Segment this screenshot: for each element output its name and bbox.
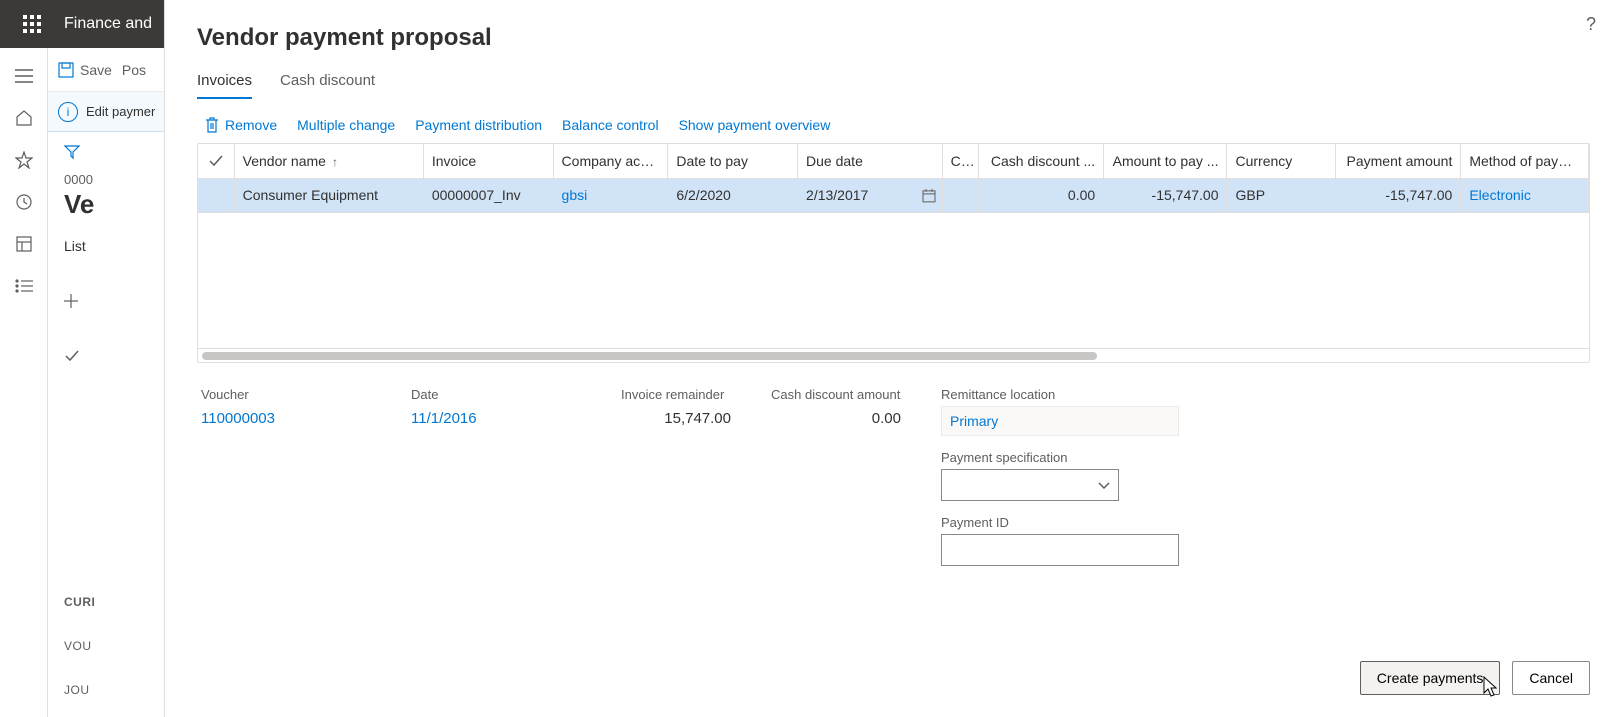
- hamburger-icon[interactable]: [4, 56, 44, 96]
- filter-icon[interactable]: [64, 144, 80, 160]
- create-payments-button[interactable]: Create payments: [1360, 661, 1501, 695]
- col-company-account[interactable]: Company acco...: [553, 144, 668, 178]
- remittance-location-value[interactable]: Primary: [941, 406, 1179, 436]
- col-date-to-pay[interactable]: Date to pay: [668, 144, 798, 178]
- bg-section-current: CURI: [64, 595, 95, 609]
- workspace-icon[interactable]: [4, 224, 44, 264]
- voucher-label: Voucher: [201, 387, 371, 402]
- home-icon[interactable]: [4, 98, 44, 138]
- bg-field-journal: JOU: [64, 683, 95, 697]
- invoice-remainder-label: Invoice remainder: [621, 387, 731, 402]
- payment-specification-label: Payment specification: [941, 450, 1179, 465]
- balance-control-action[interactable]: Balance control: [562, 117, 659, 133]
- cell-date-to-pay[interactable]: 6/2/2020: [668, 178, 798, 212]
- tab-invoices[interactable]: Invoices: [197, 72, 252, 99]
- cell-c[interactable]: [942, 178, 978, 212]
- bg-field-voucher: VOU: [64, 639, 95, 653]
- calendar-icon[interactable]: [922, 187, 936, 203]
- col-due-date[interactable]: Due date: [798, 144, 943, 178]
- grid-action-bar: Remove Multiple change Payment distribut…: [197, 117, 1590, 133]
- tab-cash-discount[interactable]: Cash discount: [280, 72, 375, 99]
- save-button[interactable]: Save: [58, 62, 112, 78]
- invoice-remainder-value: 15,747.00: [621, 406, 731, 432]
- add-button[interactable]: [64, 294, 152, 308]
- page-heading: Ve: [64, 189, 152, 220]
- info-text: Edit paymer: [86, 104, 155, 119]
- row-selector[interactable]: [198, 178, 234, 212]
- col-amount-to-pay[interactable]: Amount to pay ...: [1104, 144, 1227, 178]
- show-payment-overview-action[interactable]: Show payment overview: [679, 117, 831, 133]
- dialog-footer: Create payments Cancel: [1360, 661, 1590, 695]
- vendor-payment-proposal-dialog: ? Vendor payment proposal Invoices Cash …: [164, 0, 1620, 717]
- cell-cash-discount[interactable]: 0.00: [978, 178, 1103, 212]
- info-icon: i: [58, 102, 78, 122]
- payment-specification-combo[interactable]: [941, 469, 1119, 501]
- date-value[interactable]: 11/1/2016: [411, 406, 581, 432]
- col-method-of-payment[interactable]: Method of payment: [1461, 144, 1589, 178]
- chevron-down-icon: [1098, 477, 1110, 493]
- cash-discount-amount-label: Cash discount amount: [771, 387, 901, 402]
- date-label: Date: [411, 387, 581, 402]
- cell-due-date[interactable]: 2/13/2017: [798, 178, 943, 212]
- remove-action[interactable]: Remove: [205, 117, 277, 133]
- grid-empty-space: [198, 213, 1589, 348]
- info-bar: i Edit paymer: [48, 92, 168, 132]
- cancel-button[interactable]: Cancel: [1512, 661, 1590, 695]
- cell-invoice[interactable]: 00000007_Inv: [423, 178, 553, 212]
- payment-distribution-action[interactable]: Payment distribution: [415, 117, 542, 133]
- payment-id-input[interactable]: [941, 534, 1179, 566]
- voucher-value[interactable]: 110000003: [201, 406, 371, 432]
- cell-company-account[interactable]: gbsi: [553, 178, 668, 212]
- bg-tab-list[interactable]: List: [64, 238, 152, 254]
- star-icon[interactable]: [4, 140, 44, 180]
- dialog-tabs: Invoices Cash discount: [197, 72, 1590, 99]
- background-page: Save Pos i Edit paymer 0000 Ve List CURI…: [48, 48, 168, 717]
- remove-label: Remove: [225, 117, 277, 133]
- sort-asc-icon: ↑: [332, 155, 338, 169]
- bg-row-selector[interactable]: [64, 348, 152, 364]
- cell-vendor-name[interactable]: Consumer Equipment: [234, 178, 423, 212]
- app-launcher-icon[interactable]: [8, 0, 56, 48]
- grid-row[interactable]: Consumer Equipment 00000007_Inv gbsi 6/2…: [198, 178, 1589, 212]
- clock-icon[interactable]: [4, 182, 44, 222]
- list-icon[interactable]: [4, 266, 44, 306]
- payment-id-label: Payment ID: [941, 515, 1179, 530]
- cell-amount-to-pay[interactable]: -15,747.00: [1104, 178, 1227, 212]
- scrollbar-thumb[interactable]: [202, 352, 1097, 360]
- help-icon[interactable]: ?: [1586, 14, 1596, 35]
- left-nav-rail: [0, 48, 48, 717]
- save-label: Save: [80, 62, 112, 78]
- col-payment-amount[interactable]: Payment amount: [1335, 144, 1460, 178]
- record-number: 0000: [64, 172, 152, 187]
- col-invoice[interactable]: Invoice: [423, 144, 553, 178]
- app-title: Finance and: [56, 15, 152, 33]
- col-c[interactable]: C...: [942, 144, 978, 178]
- cell-method-of-payment[interactable]: Electronic: [1461, 178, 1589, 212]
- cell-payment-amount[interactable]: -15,747.00: [1335, 178, 1460, 212]
- col-vendor-name[interactable]: Vendor name↑: [234, 144, 423, 178]
- post-button[interactable]: Pos: [122, 62, 146, 78]
- remittance-location-label: Remittance location: [941, 387, 1179, 402]
- invoice-grid: Vendor name↑ Invoice Company acco... Dat…: [197, 143, 1590, 363]
- multiple-change-action[interactable]: Multiple change: [297, 117, 395, 133]
- dialog-title: Vendor payment proposal: [197, 24, 1590, 52]
- select-all-header[interactable]: [198, 144, 234, 178]
- record-details: Voucher 110000003 Date 11/1/2016 Invoice…: [197, 387, 1590, 566]
- grid-header-row: Vendor name↑ Invoice Company acco... Dat…: [198, 144, 1589, 178]
- col-currency[interactable]: Currency: [1227, 144, 1335, 178]
- grid-horizontal-scrollbar[interactable]: [198, 348, 1589, 362]
- cell-currency[interactable]: GBP: [1227, 178, 1335, 212]
- col-cash-discount[interactable]: Cash discount ...: [978, 144, 1103, 178]
- cash-discount-amount-value: 0.00: [771, 406, 901, 432]
